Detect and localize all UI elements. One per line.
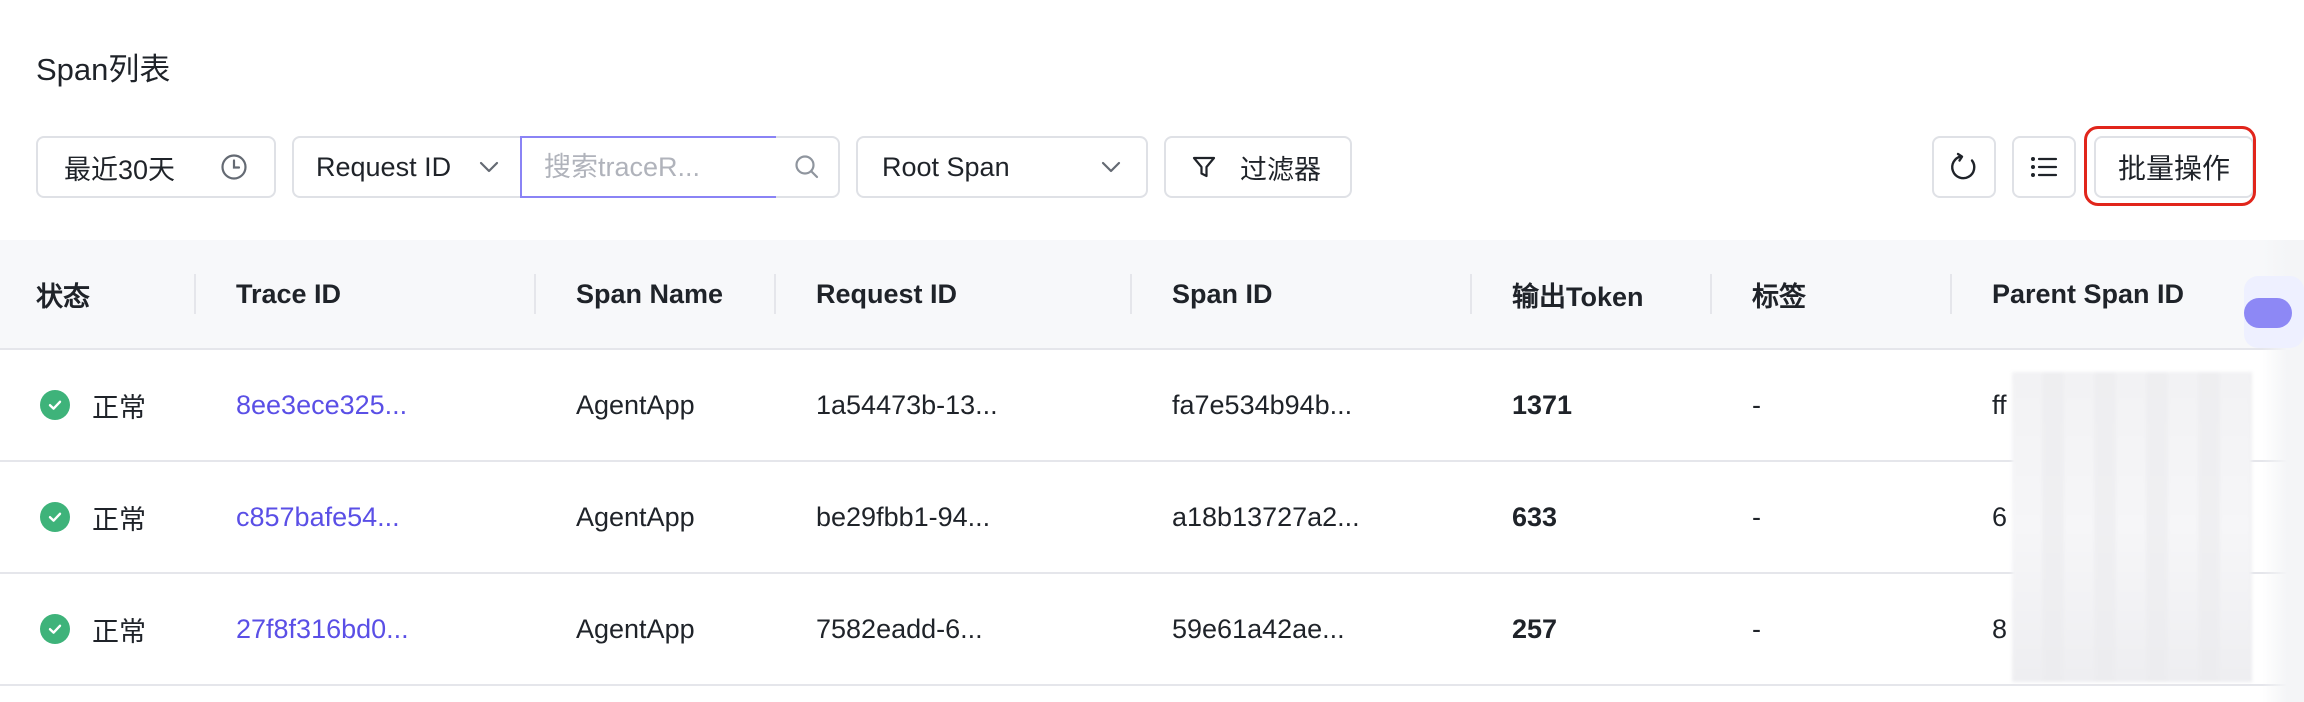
refresh-button[interactable]	[1932, 136, 1996, 198]
span-name-cell: AgentApp	[576, 389, 695, 420]
span-id-cell: a18b13727a2...	[1172, 501, 1360, 532]
status-text: 正常	[92, 616, 146, 647]
header-divider[interactable]	[1710, 274, 1712, 314]
redacted-region	[2012, 372, 2252, 682]
status-cell: 正常	[40, 574, 146, 684]
span-id-cell: fa7e534b94b...	[1172, 389, 1353, 420]
tags-cell: -	[1752, 389, 1761, 420]
batch-actions-highlight	[2084, 126, 2256, 206]
header-divider[interactable]	[194, 274, 196, 314]
refresh-icon	[1948, 151, 1980, 183]
header-tags[interactable]: 标签	[1752, 240, 1806, 348]
search-button[interactable]	[776, 136, 840, 198]
trace-id-link[interactable]: 8ee3ece325...	[236, 350, 407, 460]
header-status[interactable]: 状态	[36, 240, 90, 348]
check-circle-icon	[40, 390, 70, 420]
header-span-name[interactable]: Span Name	[576, 240, 723, 348]
status-cell: 正常	[40, 350, 146, 460]
trace-id-link[interactable]: 27f8f316bd0...	[236, 574, 409, 684]
span-type-select[interactable]: Root Span	[856, 136, 1148, 198]
header-request-id[interactable]: Request ID	[816, 240, 957, 348]
parent-span-id-cell: 6	[1992, 501, 2008, 532]
header-divider[interactable]	[1950, 274, 1952, 314]
chevron-down-icon	[478, 160, 500, 174]
header-divider[interactable]	[1130, 274, 1132, 314]
trace-id-link[interactable]: c857bafe54...	[236, 462, 400, 572]
request-id-cell: be29fbb1-94...	[816, 501, 991, 532]
request-id-cell: 1a54473b-13...	[816, 389, 998, 420]
header-output-token[interactable]: 输出Token	[1512, 240, 1644, 348]
parent-span-id-cell: 8	[1992, 613, 2008, 644]
column-settings-button[interactable]	[2012, 136, 2076, 198]
filter-button[interactable]: 过滤器	[1164, 136, 1352, 198]
span-type-label: Root Span	[882, 151, 1010, 182]
status-text: 正常	[92, 504, 146, 535]
check-circle-icon	[40, 502, 70, 532]
header-divider[interactable]	[1470, 274, 1472, 314]
id-type-select[interactable]: Request ID	[292, 136, 522, 198]
scroll-thumb[interactable]	[2244, 298, 2292, 328]
table-row[interactable]: 正常 c857bafe54... AgentApp be29fbb1-94...…	[0, 462, 2304, 574]
header-divider[interactable]	[774, 274, 776, 314]
date-range-picker[interactable]: 最近30天	[36, 136, 276, 198]
id-type-label: Request ID	[316, 151, 452, 182]
output-token-cell: 257	[1512, 613, 1558, 644]
output-token-cell: 633	[1512, 501, 1558, 532]
span-name-cell: AgentApp	[576, 501, 695, 532]
span-id-cell: 59e61a42ae...	[1172, 613, 1345, 644]
search-input[interactable]	[544, 151, 754, 183]
list-icon	[2029, 153, 2059, 181]
output-token-cell: 1371	[1512, 389, 1573, 420]
header-trace-id[interactable]: Trace ID	[236, 240, 341, 348]
parent-span-id-cell: ff	[1992, 389, 2007, 420]
search-icon	[793, 153, 821, 181]
tags-cell: -	[1752, 501, 1761, 532]
check-circle-icon	[40, 614, 70, 644]
horizontal-scroll-handle[interactable]	[2244, 276, 2304, 348]
span-name-cell: AgentApp	[576, 613, 695, 644]
status-cell: 正常	[40, 462, 146, 572]
tags-cell: -	[1752, 613, 1761, 644]
chevron-down-icon	[1100, 160, 1122, 174]
status-text: 正常	[92, 392, 146, 423]
page-title: Span列表	[36, 52, 171, 87]
funnel-icon	[1190, 153, 1218, 181]
table-row[interactable]: 正常 27f8f316bd0... AgentApp 7582eadd-6...…	[0, 574, 2304, 686]
search-field[interactable]	[520, 136, 778, 198]
header-divider[interactable]	[534, 274, 536, 314]
table-row[interactable]: 正常 8ee3ece325... AgentApp 1a54473b-13...…	[0, 350, 2304, 462]
span-table: 状态 Trace ID Span Name Request ID Span ID…	[0, 240, 2304, 686]
filter-label: 过滤器	[1240, 154, 1321, 185]
header-span-id[interactable]: Span ID	[1172, 240, 1273, 348]
date-range-label: 最近30天	[64, 154, 176, 185]
table-header: 状态 Trace ID Span Name Request ID Span ID…	[0, 240, 2304, 350]
header-parent-span-id[interactable]: Parent Span ID	[1992, 240, 2184, 348]
clock-icon	[220, 153, 248, 181]
request-id-cell: 7582eadd-6...	[816, 613, 983, 644]
